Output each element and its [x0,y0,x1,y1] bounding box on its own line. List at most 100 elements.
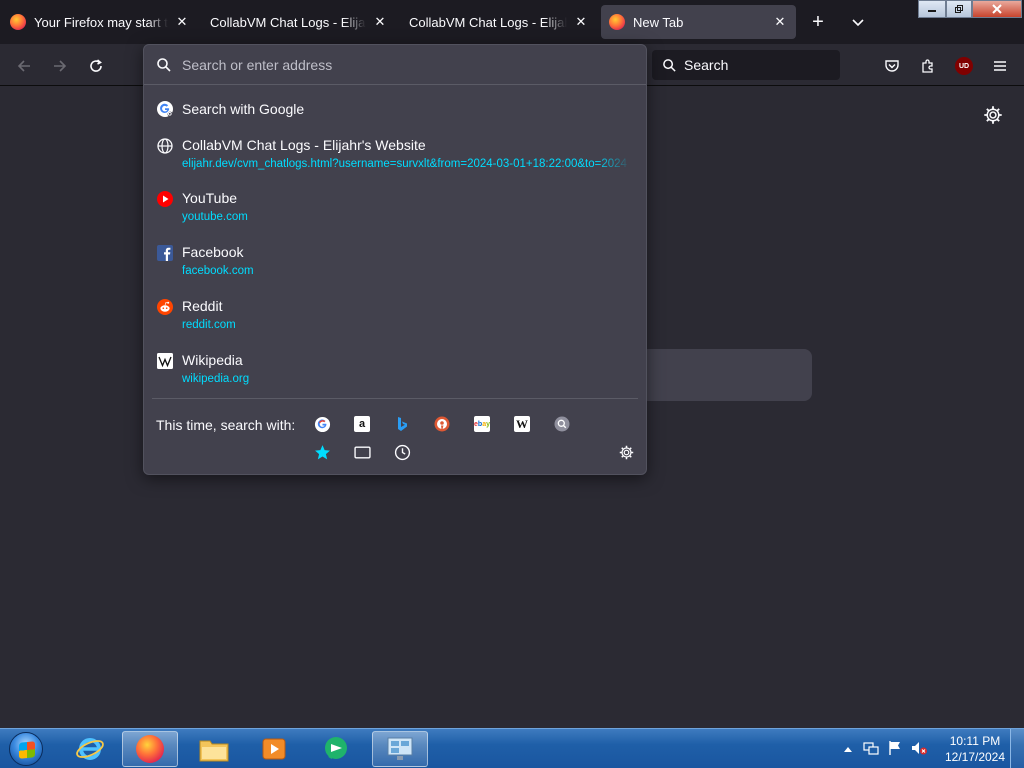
result-reddit[interactable]: Reddit reddit.com [144,298,646,348]
search-icon [157,57,171,72]
pocket-button[interactable] [878,52,906,80]
network-tray-button[interactable] [862,739,882,759]
restore-button[interactable] [946,0,972,18]
one-off-search-label: This time, search with: [156,417,296,433]
volume-muted-icon [912,742,927,755]
ublock-origin-button[interactable]: UD [950,52,978,80]
taskbar-chat-app[interactable] [308,731,364,767]
close-icon [992,4,1002,14]
ebay-icon: ebay [474,416,490,432]
engine-bing-button[interactable] [393,415,411,433]
tabs-mode-button[interactable] [353,443,371,461]
start-button[interactable] [6,730,46,768]
address-bar[interactable] [144,45,646,85]
clock-date: 12/17/2024 [944,750,1006,764]
tab-firefox-notice[interactable]: Your Firefox may start to h ✕ [2,5,198,39]
new-tab-search-box[interactable] [640,349,812,401]
new-tab-button[interactable]: + [804,8,832,36]
result-url: youtube.com [182,211,248,223]
firefox-icon [136,735,164,763]
google-icon [157,101,173,117]
windows-start-orb-icon [9,732,43,766]
tab-title: Your Firefox may start to h [34,14,168,30]
wikipedia-icon: W [514,416,530,432]
result-url: elijahr.dev/cvm_chatlogs.html?username=s… [182,158,627,170]
taskbar-internet-explorer[interactable] [62,731,118,767]
close-icon[interactable]: ✕ [372,14,388,30]
engine-ebay-button[interactable]: ebay [473,415,491,433]
wikipedia-icon [157,353,173,369]
bookmarks-mode-button[interactable] [313,443,331,461]
tab-new-tab[interactable]: New Tab ✕ [601,5,796,39]
forward-button[interactable] [46,52,74,80]
control-panel-icon [387,737,413,760]
window-controls [918,0,1022,18]
bookmarks-star-icon [314,444,330,459]
globe-icon [157,138,173,154]
back-button[interactable] [10,52,38,80]
tab-title: New Tab [633,14,684,30]
result-title: Reddit [182,298,223,314]
result-title: CollabVM Chat Logs - Elijahr's Website [182,137,426,153]
show-desktop-button[interactable] [1010,729,1024,768]
extensions-button[interactable] [914,52,942,80]
restore-icon [955,5,963,13]
taskbar-control-panel[interactable] [372,731,428,767]
window-close-button[interactable] [972,0,1022,18]
search-icon [663,58,676,72]
result-url: reddit.com [182,319,236,331]
chevron-down-icon [852,19,864,27]
taskbar-file-explorer[interactable] [186,731,242,767]
search-bar[interactable]: Search [652,50,840,80]
tabs-icon [353,445,371,459]
taskbar-firefox[interactable] [122,731,178,767]
arrow-right-icon [54,60,67,72]
list-all-tabs-button[interactable] [844,8,872,36]
reload-button[interactable] [82,52,110,80]
engine-amazon-button[interactable]: a [353,415,371,433]
puzzle-piece-icon [922,59,933,73]
history-clock-icon [394,444,410,460]
flag-icon [889,741,900,755]
engine-google-button[interactable] [313,415,331,433]
result-title: Search with Google [182,101,305,117]
minimize-button[interactable] [918,0,946,18]
personalize-new-tab-button[interactable] [982,104,1004,126]
system-tray: 10:11 PM 12/17/2024 [840,729,1010,768]
tab-collabvm-2[interactable]: CollabVM Chat Logs - Elijahr's ✕ [401,5,597,39]
engine-other-button[interactable] [553,415,571,433]
minimize-icon [928,10,936,12]
result-facebook[interactable]: Facebook facebook.com [144,244,646,294]
search-engine-icon [554,416,570,432]
engine-wikipedia-button[interactable]: W [513,415,531,433]
media-player-icon [262,738,286,760]
ublock-origin-icon: UD [955,57,973,75]
result-wikipedia[interactable]: Wikipedia wikipedia.org [144,352,646,402]
taskbar-media-player[interactable] [246,731,302,767]
taskbar-clock[interactable]: 10:11 PM 12/17/2024 [940,733,1010,765]
bing-icon [398,417,407,431]
engine-duckduckgo-button[interactable] [433,415,451,433]
close-icon[interactable]: ✕ [772,14,788,30]
internet-explorer-icon [76,738,104,760]
show-hidden-icons-button[interactable] [840,729,856,768]
firefox-icon [609,14,625,30]
action-center-tray-button[interactable] [886,739,906,759]
windows-taskbar: 10:11 PM 12/17/2024 [0,728,1024,768]
result-collabvm-chat-logs[interactable]: CollabVM Chat Logs - Elijahr's Website e… [144,137,646,187]
volume-tray-button[interactable] [910,739,930,759]
result-youtube[interactable]: YouTube youtube.com [144,190,646,240]
firefox-icon [10,14,26,30]
tab-collabvm-1[interactable]: CollabVM Chat Logs - Elijahr's ✕ [202,5,396,39]
result-url: wikipedia.org [182,373,250,385]
reload-icon [90,59,102,72]
close-icon[interactable]: ✕ [174,14,190,30]
app-menu-button[interactable] [986,52,1014,80]
chevron-up-icon [844,747,852,752]
close-icon[interactable]: ✕ [573,14,589,30]
address-input[interactable] [182,56,582,73]
gear-icon [984,106,1002,124]
history-mode-button[interactable] [393,443,411,461]
search-settings-button[interactable] [617,443,635,461]
gear-icon [619,445,633,459]
